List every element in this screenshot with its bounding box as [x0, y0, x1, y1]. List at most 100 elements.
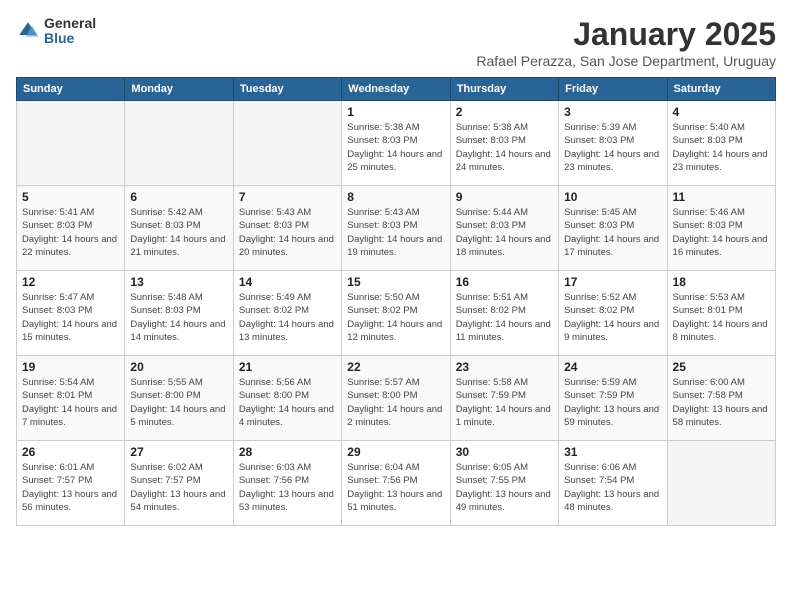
day-number: 20	[130, 360, 227, 374]
day-cell: 17 Sunrise: 5:52 AM Sunset: 8:02 PM Dayli…	[559, 271, 667, 356]
day-info: Sunrise: 5:45 AM Sunset: 8:03 PM Dayligh…	[564, 206, 661, 259]
day-number: 13	[130, 275, 227, 289]
day-info: Sunrise: 5:47 AM Sunset: 8:03 PM Dayligh…	[22, 291, 119, 344]
day-number: 7	[239, 190, 336, 204]
day-cell: 8Sunrise: 5:43 AM Sunset: 8:03 PM Daylig…	[342, 186, 450, 271]
day-number: 3	[564, 105, 661, 119]
day-number: 6	[130, 190, 227, 204]
day-number: 1	[347, 105, 444, 119]
calendar-table: SundayMondayTuesdayWednesdayThursdayFrid…	[16, 77, 776, 526]
day-info: Sunrise: 5:55 AM Sunset: 8:00 PM Dayligh…	[130, 376, 227, 429]
day-info: Sunrise: 5:41 AM Sunset: 8:03 PM Dayligh…	[22, 206, 119, 259]
day-cell: 11 Sunrise: 5:46 AM Sunset: 8:03 PM Dayli…	[667, 186, 775, 271]
week-row-1: 1 Sunrise: 5:38 AM Sunset: 8:03 PM Daylig…	[17, 101, 776, 186]
day-cell: 6 Sunrise: 5:42 AM Sunset: 8:03 PM Daylig…	[125, 186, 233, 271]
day-info: Sunrise: 5:48 AM Sunset: 8:03 PM Dayligh…	[130, 291, 227, 344]
day-info: Sunrise: 5:43 AM Sunset: 8:03 PM Dayligh…	[239, 206, 336, 259]
day-info: Sunrise: 5:46 AM Sunset: 8:03 PM Dayligh…	[673, 206, 770, 259]
day-cell: 10 Sunrise: 5:45 AM Sunset: 8:03 PM Dayli…	[559, 186, 667, 271]
day-info: Sunrise: 5:56 AM Sunset: 8:00 PM Dayligh…	[239, 376, 336, 429]
day-cell: 15 Sunrise: 5:50 AM Sunset: 8:02 PM Dayli…	[342, 271, 450, 356]
day-number: 5	[22, 190, 119, 204]
day-number: 22	[347, 360, 444, 374]
day-info: Sunrise: 6:06 AM Sunset: 7:54 PM Dayligh…	[564, 461, 661, 514]
day-number: 31	[564, 445, 661, 459]
day-info: Sunrise: 6:04 AM Sunset: 7:56 PM Dayligh…	[347, 461, 444, 514]
day-number: 11	[673, 190, 770, 204]
logo-icon	[16, 19, 40, 43]
logo-blue: Blue	[44, 31, 96, 46]
day-info: Sunrise: 5:40 AM Sunset: 8:03 PM Dayligh…	[673, 121, 770, 174]
day-cell: 19Sunrise: 5:54 AM Sunset: 8:01 PM Dayli…	[17, 356, 125, 441]
day-cell: 16Sunrise: 5:51 AM Sunset: 8:02 PM Dayli…	[450, 271, 558, 356]
page-header: General Blue January 2025 Rafael Perazza…	[16, 16, 776, 69]
day-cell: 12 Sunrise: 5:47 AM Sunset: 8:03 PM Dayli…	[17, 271, 125, 356]
day-cell: 3 Sunrise: 5:39 AM Sunset: 8:03 PM Daylig…	[559, 101, 667, 186]
week-row-4: 19Sunrise: 5:54 AM Sunset: 8:01 PM Dayli…	[17, 356, 776, 441]
day-cell: 23 Sunrise: 5:58 AM Sunset: 7:59 PM Dayli…	[450, 356, 558, 441]
day-info: Sunrise: 5:52 AM Sunset: 8:02 PM Dayligh…	[564, 291, 661, 344]
day-cell: 29 Sunrise: 6:04 AM Sunset: 7:56 PM Dayli…	[342, 441, 450, 526]
column-header-wednesday: Wednesday	[342, 78, 450, 101]
column-header-thursday: Thursday	[450, 78, 558, 101]
day-number: 15	[347, 275, 444, 289]
day-cell: 25 Sunrise: 6:00 AM Sunset: 7:58 PM Dayli…	[667, 356, 775, 441]
column-header-friday: Friday	[559, 78, 667, 101]
day-number: 23	[456, 360, 553, 374]
day-number: 21	[239, 360, 336, 374]
day-info: Sunrise: 5:38 AM Sunset: 8:03 PM Dayligh…	[347, 121, 444, 174]
logo-general: General	[44, 16, 96, 31]
day-cell: 9Sunrise: 5:44 AM Sunset: 8:03 PM Daylig…	[450, 186, 558, 271]
day-number: 17	[564, 275, 661, 289]
day-cell: 2Sunrise: 5:38 AM Sunset: 8:03 PM Daylig…	[450, 101, 558, 186]
day-info: Sunrise: 5:58 AM Sunset: 7:59 PM Dayligh…	[456, 376, 553, 429]
column-header-saturday: Saturday	[667, 78, 775, 101]
day-info: Sunrise: 6:01 AM Sunset: 7:57 PM Dayligh…	[22, 461, 119, 514]
day-info: Sunrise: 6:05 AM Sunset: 7:55 PM Dayligh…	[456, 461, 553, 514]
column-header-sunday: Sunday	[17, 78, 125, 101]
day-number: 27	[130, 445, 227, 459]
column-header-monday: Monday	[125, 78, 233, 101]
day-cell: 26 Sunrise: 6:01 AM Sunset: 7:57 PM Dayli…	[17, 441, 125, 526]
day-cell: 22 Sunrise: 5:57 AM Sunset: 8:00 PM Dayli…	[342, 356, 450, 441]
day-number: 4	[673, 105, 770, 119]
day-info: Sunrise: 5:44 AM Sunset: 8:03 PM Dayligh…	[456, 206, 553, 259]
day-number: 10	[564, 190, 661, 204]
week-row-2: 5 Sunrise: 5:41 AM Sunset: 8:03 PM Daylig…	[17, 186, 776, 271]
day-number: 28	[239, 445, 336, 459]
day-cell	[667, 441, 775, 526]
day-number: 24	[564, 360, 661, 374]
day-info: Sunrise: 5:57 AM Sunset: 8:00 PM Dayligh…	[347, 376, 444, 429]
day-cell: 13 Sunrise: 5:48 AM Sunset: 8:03 PM Dayli…	[125, 271, 233, 356]
day-cell: 30Sunrise: 6:05 AM Sunset: 7:55 PM Dayli…	[450, 441, 558, 526]
day-cell: 7 Sunrise: 5:43 AM Sunset: 8:03 PM Daylig…	[233, 186, 341, 271]
day-number: 25	[673, 360, 770, 374]
day-info: Sunrise: 6:00 AM Sunset: 7:58 PM Dayligh…	[673, 376, 770, 429]
day-info: Sunrise: 5:43 AM Sunset: 8:03 PM Dayligh…	[347, 206, 444, 259]
day-cell: 1 Sunrise: 5:38 AM Sunset: 8:03 PM Daylig…	[342, 101, 450, 186]
day-number: 2	[456, 105, 553, 119]
day-cell: 5 Sunrise: 5:41 AM Sunset: 8:03 PM Daylig…	[17, 186, 125, 271]
day-number: 12	[22, 275, 119, 289]
logo-text: General Blue	[44, 16, 96, 47]
day-number: 29	[347, 445, 444, 459]
day-info: Sunrise: 5:39 AM Sunset: 8:03 PM Dayligh…	[564, 121, 661, 174]
day-cell: 27 Sunrise: 6:02 AM Sunset: 7:57 PM Dayli…	[125, 441, 233, 526]
day-cell: 28 Sunrise: 6:03 AM Sunset: 7:56 PM Dayli…	[233, 441, 341, 526]
week-row-3: 12 Sunrise: 5:47 AM Sunset: 8:03 PM Dayli…	[17, 271, 776, 356]
day-cell	[125, 101, 233, 186]
day-cell: 18Sunrise: 5:53 AM Sunset: 8:01 PM Dayli…	[667, 271, 775, 356]
day-info: Sunrise: 6:03 AM Sunset: 7:56 PM Dayligh…	[239, 461, 336, 514]
day-cell	[233, 101, 341, 186]
day-info: Sunrise: 6:02 AM Sunset: 7:57 PM Dayligh…	[130, 461, 227, 514]
title-block: January 2025 Rafael Perazza, San Jose De…	[476, 16, 776, 69]
day-info: Sunrise: 5:59 AM Sunset: 7:59 PM Dayligh…	[564, 376, 661, 429]
week-row-5: 26 Sunrise: 6:01 AM Sunset: 7:57 PM Dayli…	[17, 441, 776, 526]
day-number: 18	[673, 275, 770, 289]
day-number: 26	[22, 445, 119, 459]
day-info: Sunrise: 5:50 AM Sunset: 8:02 PM Dayligh…	[347, 291, 444, 344]
day-info: Sunrise: 5:42 AM Sunset: 8:03 PM Dayligh…	[130, 206, 227, 259]
day-number: 19	[22, 360, 119, 374]
day-cell	[17, 101, 125, 186]
day-cell: 20 Sunrise: 5:55 AM Sunset: 8:00 PM Dayli…	[125, 356, 233, 441]
